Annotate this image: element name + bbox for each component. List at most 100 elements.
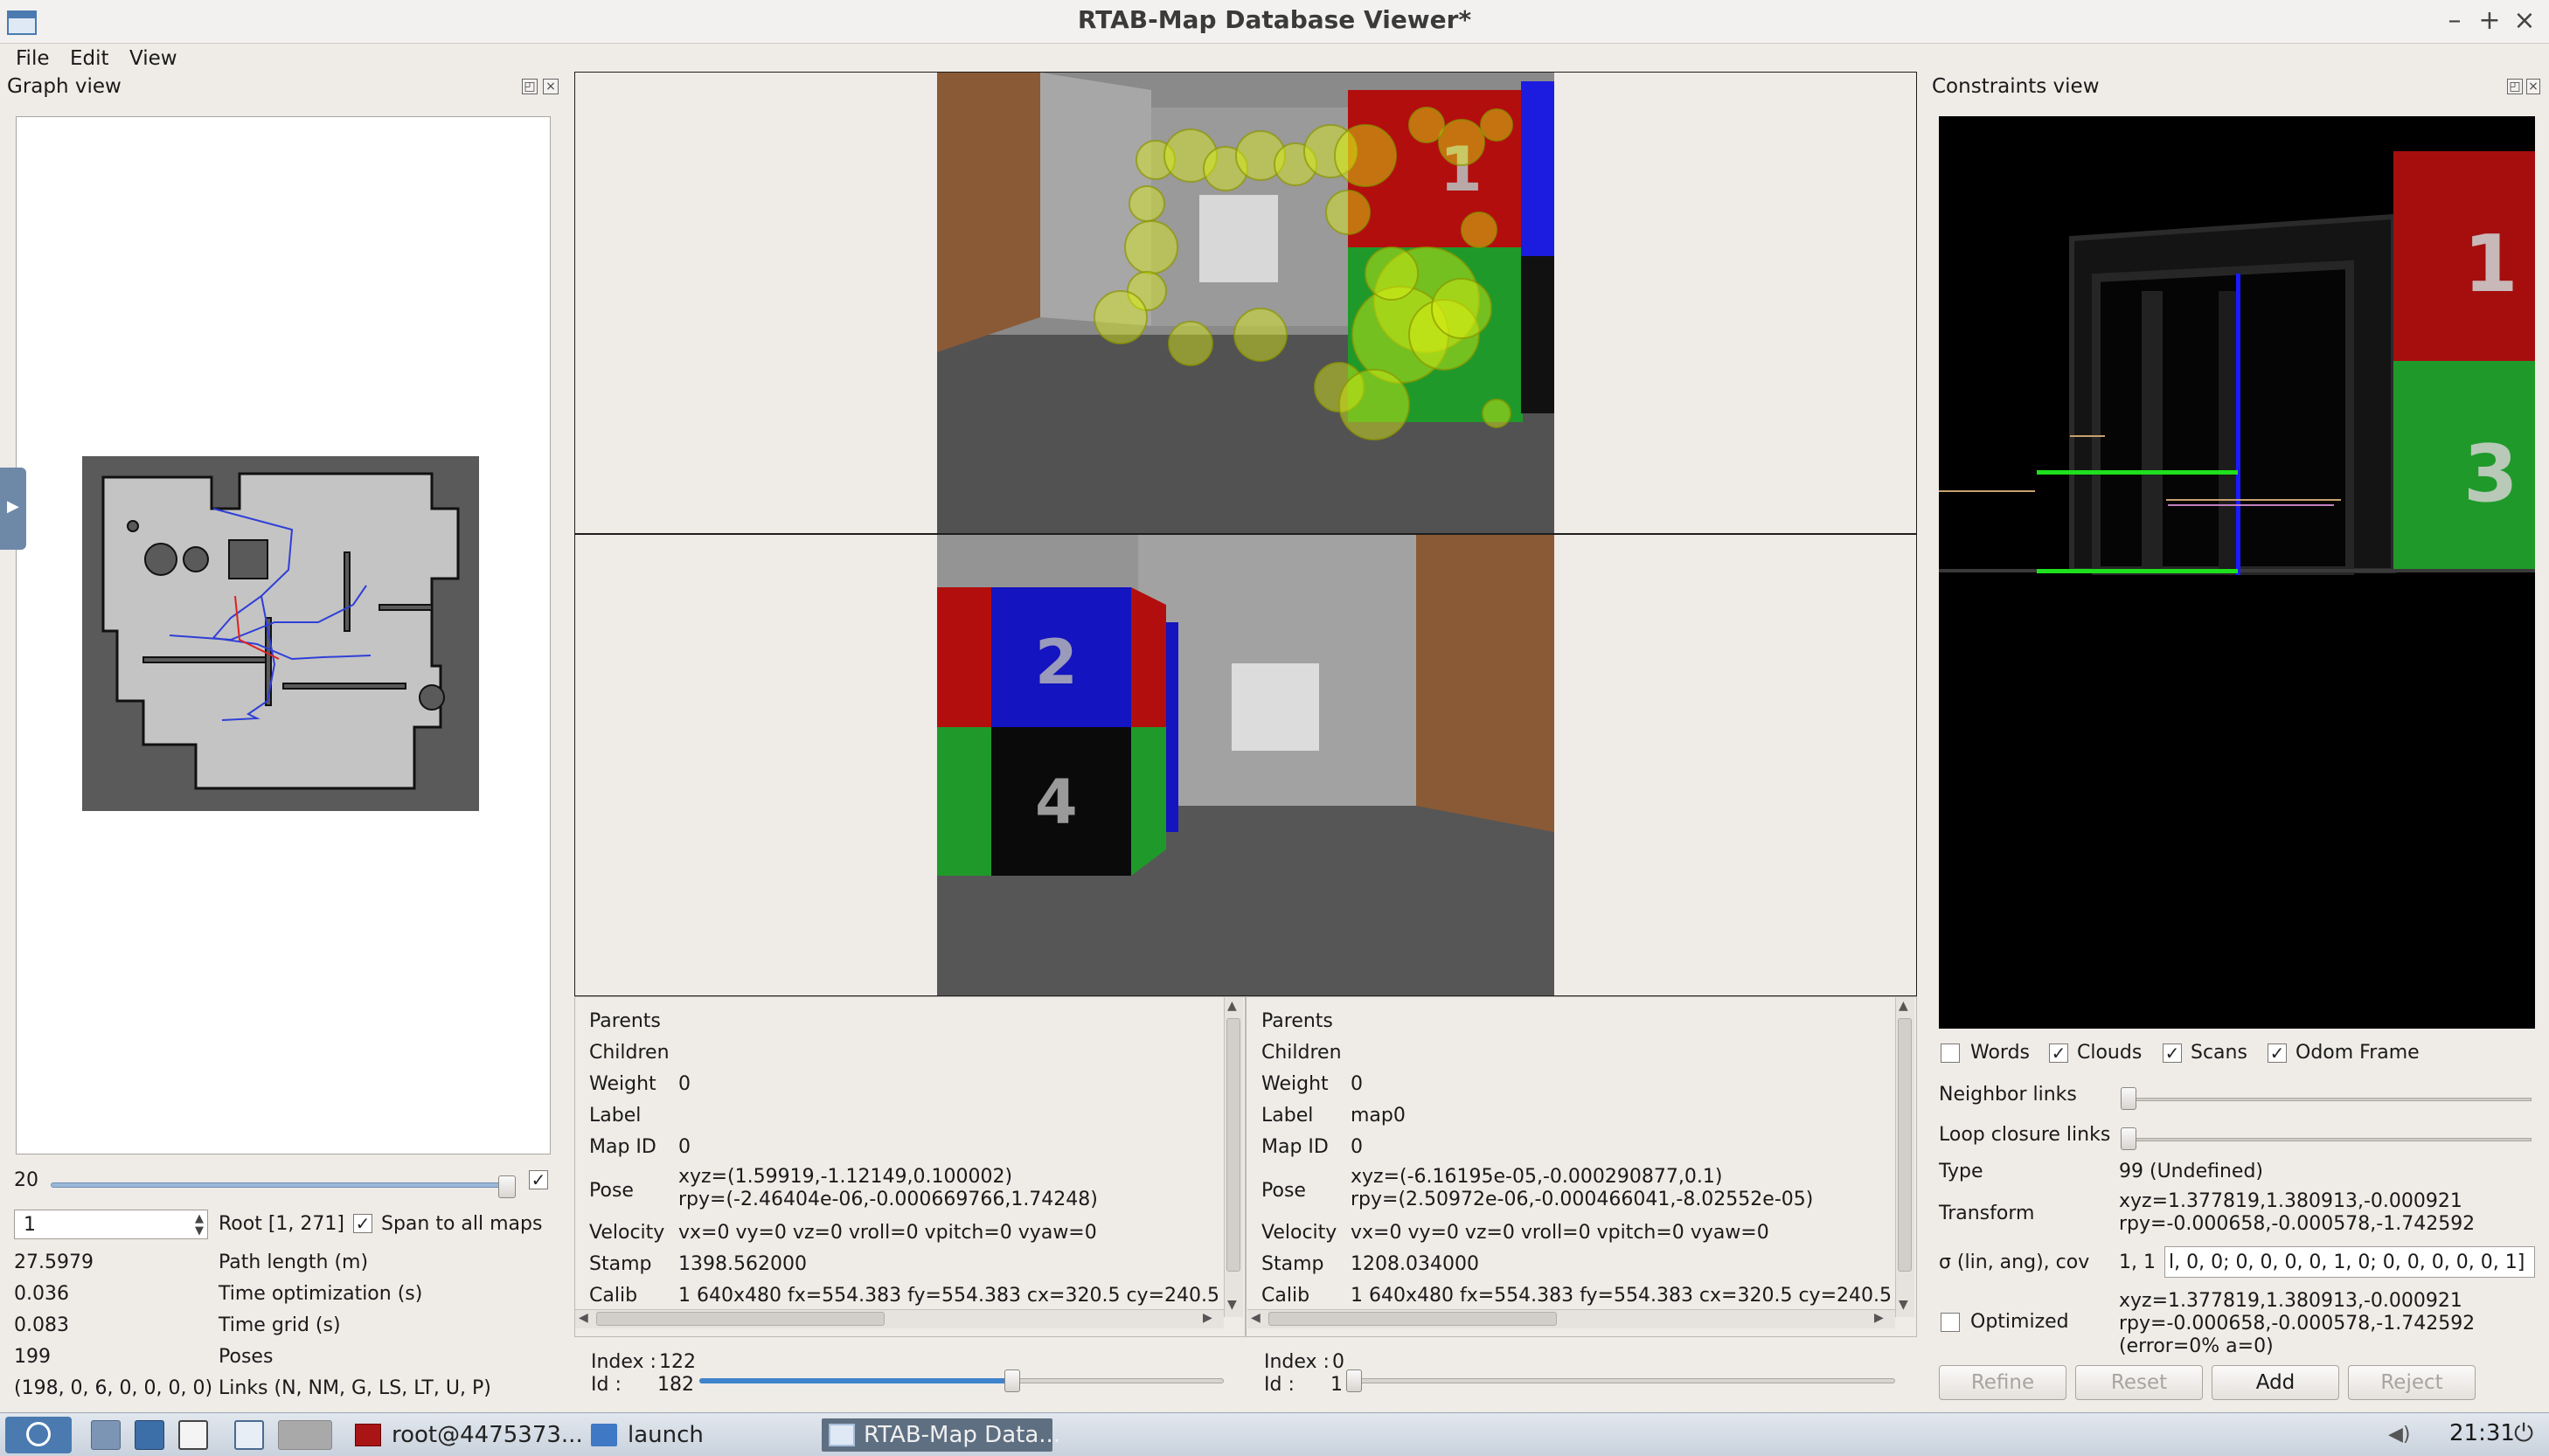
reject-button[interactable]: Reject: [2348, 1365, 2476, 1400]
scroll-thumb[interactable]: [596, 1312, 885, 1326]
task-label: root@4475373...: [392, 1422, 583, 1448]
info-key: Label: [589, 1105, 642, 1127]
scroll-down-icon[interactable]: ▼: [1899, 1298, 1908, 1312]
left-info-vscroll[interactable]: ▲ ▼: [1224, 997, 1243, 1317]
slider-handle[interactable]: [1346, 1369, 1362, 1392]
graph-view-title: Graph view: [7, 75, 122, 98]
constraints-3d-view[interactable]: 1 3: [1939, 116, 2535, 1029]
clouds-checkbox[interactable]: ✓: [2049, 1043, 2068, 1063]
right-info-vscroll[interactable]: ▲ ▼: [1895, 997, 1914, 1317]
menu-view[interactable]: View: [129, 47, 177, 70]
desktop-icon[interactable]: [234, 1420, 264, 1450]
covariance-field[interactable]: l, 0, 0; 0, 0, 0, 0, 1, 0; 0, 0, 0, 0, 0…: [2164, 1246, 2535, 1278]
minimize-icon[interactable]: –: [2439, 3, 2470, 38]
info-value: vx=0 vy=0 vz=0 vroll=0 vpitch=0 vyaw=0: [1351, 1222, 1769, 1244]
refine-button[interactable]: Refine: [1939, 1365, 2066, 1400]
maximize-icon[interactable]: +: [2474, 3, 2505, 38]
task-rtabmap[interactable]: RTAB-Map Data...: [822, 1418, 1060, 1452]
clouds-label: Clouds: [2077, 1042, 2143, 1064]
volume-icon[interactable]: ◀): [2388, 1424, 2411, 1446]
task-terminal[interactable]: root@4475373...: [350, 1418, 583, 1452]
span-maps-checkbox[interactable]: ✓: [353, 1214, 372, 1233]
settings-icon[interactable]: [135, 1420, 164, 1450]
slider-handle[interactable]: [1004, 1369, 1020, 1392]
scans-checkbox[interactable]: ✓: [2163, 1043, 2182, 1063]
workspace-icon[interactable]: [278, 1420, 332, 1450]
stat-label: Path length (m): [219, 1251, 369, 1273]
graph-slider-checkbox[interactable]: ✓: [529, 1170, 548, 1189]
scans-label: Scans: [2191, 1042, 2247, 1064]
optimized-checkbox[interactable]: [1941, 1313, 1960, 1332]
info-value: xyz=(-6.16195e-05,-0.000290877,0.1): [1351, 1166, 1723, 1188]
close-dock-icon[interactable]: ×: [543, 79, 559, 94]
stat-value: (198, 0, 6, 0, 0, 0, 0): [14, 1377, 213, 1399]
info-value: vx=0 vy=0 vz=0 vroll=0 vpitch=0 vyaw=0: [678, 1222, 1097, 1244]
span-maps-label: Span to all maps: [381, 1213, 543, 1235]
menu-bar: File Edit View: [0, 44, 2549, 75]
info-key: Weight: [1261, 1073, 1329, 1095]
graph-slider-handle[interactable]: [498, 1175, 516, 1198]
task-launch[interactable]: launch: [586, 1418, 813, 1452]
close-icon[interactable]: ×: [2509, 3, 2540, 38]
odom-frame-checkbox[interactable]: ✓: [2268, 1043, 2287, 1063]
add-button[interactable]: Add: [2212, 1365, 2339, 1400]
id-value: 182: [657, 1374, 694, 1396]
window-icon[interactable]: [178, 1420, 208, 1450]
loop-closure-links-handle[interactable]: [2121, 1127, 2136, 1150]
neighbor-links-groove[interactable]: [2126, 1098, 2532, 1101]
right-info-hscroll[interactable]: ◀ ▶: [1247, 1309, 1895, 1328]
graph-slider-track[interactable]: [51, 1182, 512, 1188]
folder-icon: [591, 1424, 617, 1446]
loop-closure-links-groove[interactable]: [2126, 1138, 2532, 1141]
menu-file[interactable]: File: [16, 47, 50, 70]
transform-xyz: xyz=1.377819,1.380913,-0.000921: [2119, 1190, 2462, 1212]
id-label: Id :: [1264, 1374, 1295, 1396]
side-panel-handle[interactable]: ▶: [0, 468, 26, 550]
id-value: 1: [1330, 1374, 1343, 1396]
reset-button[interactable]: Reset: [2075, 1365, 2203, 1400]
scroll-right-icon[interactable]: ▶: [1203, 1311, 1212, 1325]
info-value: 1208.034000: [1351, 1253, 1479, 1275]
root-spinbox[interactable]: 1 ▲ ▼: [14, 1210, 208, 1239]
float-icon[interactable]: ◰: [522, 79, 538, 94]
scroll-thumb[interactable]: [1268, 1312, 1557, 1326]
menu-edit[interactable]: Edit: [70, 47, 109, 70]
scroll-right-icon[interactable]: ▶: [1874, 1311, 1884, 1325]
left-info-hscroll[interactable]: ◀ ▶: [575, 1309, 1224, 1328]
words-checkbox[interactable]: [1941, 1043, 1960, 1063]
task-label: RTAB-Map Data...: [864, 1422, 1061, 1448]
top-camera-image[interactable]: 1: [937, 73, 1554, 533]
stat-value: 27.5979: [14, 1251, 94, 1273]
expand-icon: ▶: [7, 497, 19, 516]
scroll-thumb[interactable]: [1226, 1018, 1240, 1272]
scroll-down-icon[interactable]: ▼: [1227, 1298, 1237, 1312]
scroll-left-icon[interactable]: ◀: [1251, 1311, 1261, 1325]
constraints-svg: 1 3: [1939, 116, 2535, 1029]
info-value: 1398.562000: [678, 1253, 807, 1275]
power-icon[interactable]: ⏻: [2514, 1418, 2533, 1448]
info-key: Children: [1261, 1042, 1342, 1064]
optimized-rpy: rpy=-0.000658,-0.000578,-1.742592: [2119, 1313, 2476, 1335]
spin-up-icon[interactable]: ▲: [195, 1212, 204, 1225]
info-key: Parents: [589, 1010, 661, 1032]
info-key: Weight: [589, 1073, 656, 1095]
info-value: 0: [678, 1073, 691, 1095]
scroll-up-icon[interactable]: ▲: [1227, 999, 1237, 1013]
bottom-camera-image[interactable]: 2 4: [937, 535, 1554, 995]
neighbor-links-handle[interactable]: [2121, 1087, 2136, 1110]
scroll-up-icon[interactable]: ▲: [1899, 999, 1908, 1013]
close-dock-icon[interactable]: ×: [2526, 79, 2540, 94]
info-value: 0: [1351, 1136, 1363, 1158]
scroll-left-icon[interactable]: ◀: [579, 1311, 588, 1325]
float-icon[interactable]: ◰: [2507, 79, 2523, 94]
terminal-icon: [355, 1424, 381, 1446]
start-menu-icon[interactable]: [5, 1417, 72, 1453]
info-key: Stamp: [1261, 1253, 1324, 1275]
file-manager-icon[interactable]: [91, 1420, 121, 1450]
root-spinbox-value: 1: [24, 1214, 36, 1236]
scroll-thumb[interactable]: [1898, 1018, 1912, 1272]
spin-down-icon[interactable]: ▼: [195, 1224, 204, 1238]
stat-value: 199: [14, 1346, 51, 1368]
right-index-slider[interactable]: [1346, 1368, 1895, 1394]
left-index-slider[interactable]: [699, 1368, 1224, 1394]
